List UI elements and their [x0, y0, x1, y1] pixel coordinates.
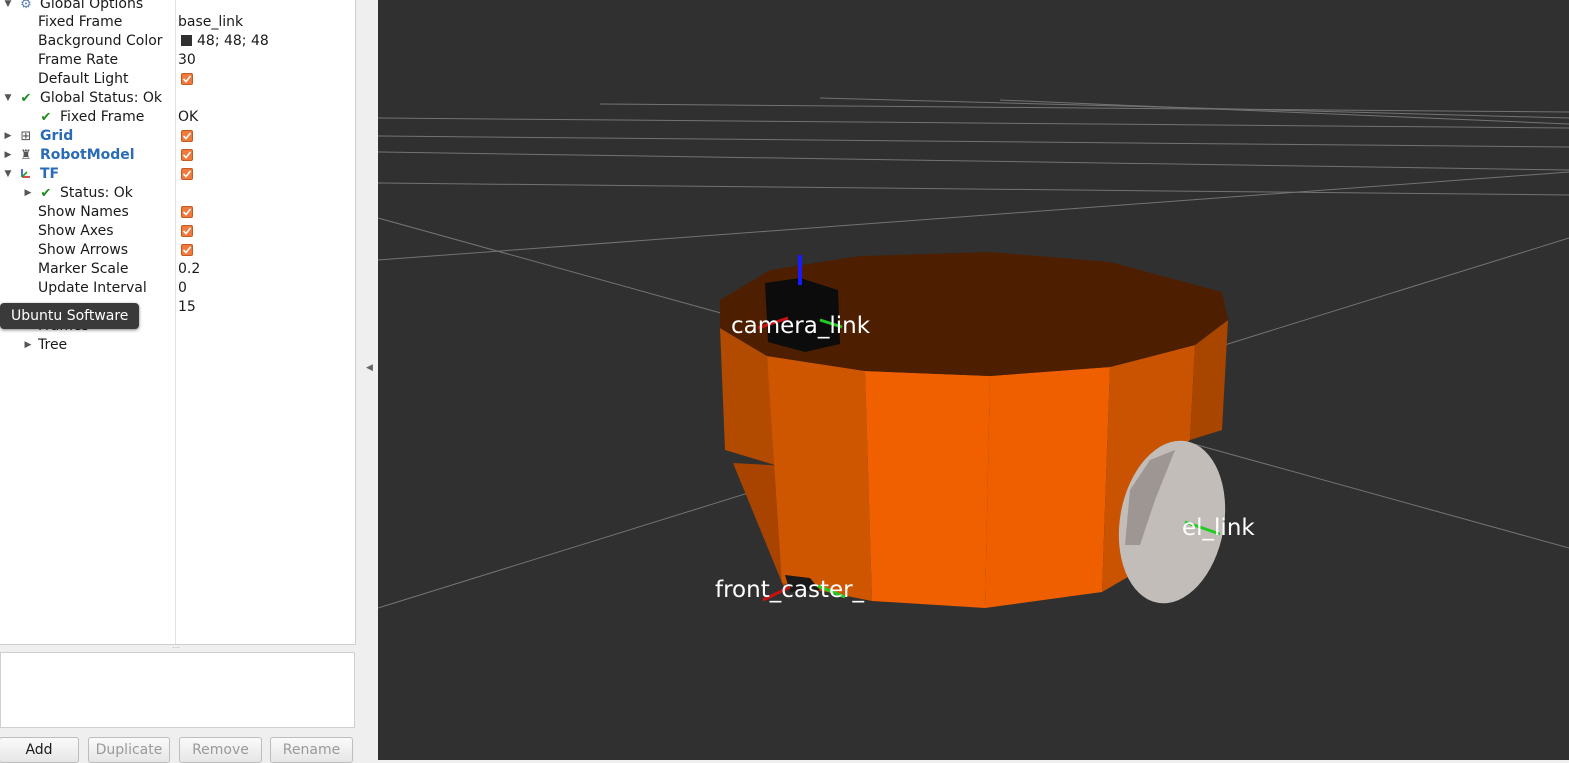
grid-enabled-checkbox[interactable] [181, 130, 193, 142]
marker-scale-row[interactable]: Marker Scale 0.2 [0, 260, 355, 279]
default-light-label: Default Light [38, 71, 129, 87]
property-description-box [0, 652, 355, 728]
background-color-label: Background Color [38, 33, 163, 49]
show-names-row[interactable]: Show Names [0, 203, 355, 222]
duplicate-button[interactable]: Duplicate [88, 737, 170, 763]
expand-arrow-icon[interactable]: ▼ [2, 89, 14, 108]
frame-rate-value[interactable]: 30 [178, 51, 196, 70]
tf-display-row[interactable]: ▼ TF [0, 165, 355, 184]
global-options-label: Global Options [40, 0, 144, 12]
fixed-frame-value[interactable]: base_link [178, 13, 243, 32]
collapse-panel-arrow-icon[interactable]: ◀ [366, 362, 374, 374]
displays-panel: ▼ ⚙ Global Options Fixed Frame base_link… [0, 0, 377, 763]
background-color-row[interactable]: Background Color 48; 48; 48 [0, 32, 355, 51]
checkmark-icon: ✔ [20, 91, 32, 106]
show-axes-label: Show Axes [38, 223, 114, 239]
tooltip: Ubuntu Software [0, 303, 140, 329]
marker-scale-label: Marker Scale [38, 261, 129, 277]
default-light-row[interactable]: Default Light [0, 70, 355, 89]
expand-arrow-icon[interactable]: ▶ [2, 127, 14, 146]
fixed-frame-row[interactable]: Fixed Frame base_link [0, 13, 355, 32]
frame-rate-label: Frame Rate [38, 52, 119, 68]
show-names-label: Show Names [38, 204, 129, 220]
checkmark-icon: ✔ [40, 186, 52, 201]
update-interval-label: Update Interval [38, 280, 147, 296]
add-button[interactable]: Add [0, 737, 79, 763]
tf-display-label[interactable]: TF [40, 165, 59, 184]
expand-arrow-icon[interactable]: ▶ [22, 184, 34, 203]
splitter-handle[interactable]: ⋯ [172, 644, 180, 652]
wheel-link-label: el_link [1182, 515, 1255, 541]
robotmodel-enabled-checkbox[interactable] [181, 149, 193, 161]
background-color-value: 48; 48; 48 [197, 33, 269, 49]
3d-scene[interactable]: camera_link front_caster_ el_link [378, 0, 1569, 760]
gear-icon: ⚙ [20, 0, 32, 12]
grid-display-label[interactable]: Grid [40, 127, 73, 146]
show-arrows-row[interactable]: Show Arrows [0, 241, 355, 260]
status-fixed-frame-row[interactable]: ✔ Fixed Frame OK [0, 108, 355, 127]
3d-viewport[interactable]: camera_link front_caster_ el_link [378, 0, 1569, 760]
robot-icon: ♜ [20, 148, 32, 163]
axes-icon [18, 165, 34, 184]
frame-rate-row[interactable]: Frame Rate 30 [0, 51, 355, 70]
show-names-checkbox[interactable] [181, 206, 193, 218]
tf-tree-label: Tree [38, 337, 68, 353]
default-light-checkbox[interactable] [181, 73, 193, 85]
show-arrows-label: Show Arrows [38, 242, 129, 258]
background-color-value-container[interactable]: 48; 48; 48 [178, 32, 269, 51]
color-swatch[interactable] [181, 35, 192, 46]
front-caster-label: front_caster_ [715, 577, 865, 603]
grid-display-row[interactable]: ▶ ⊞ Grid [0, 127, 355, 146]
expand-arrow-icon[interactable]: ▼ [2, 165, 14, 184]
robotmodel-display-label[interactable]: RobotModel [40, 146, 135, 165]
tf-tree-row[interactable]: ▶ Tree [0, 336, 355, 355]
checkmark-icon: ✔ [40, 110, 52, 125]
remove-button[interactable]: Remove [179, 737, 262, 763]
show-arrows-checkbox[interactable] [181, 244, 193, 256]
status-fixed-frame-label: Fixed Frame [60, 109, 145, 125]
tf-status-label: Status: Ok [60, 185, 133, 201]
update-interval-row[interactable]: Update Interval 0 [0, 279, 355, 298]
global-status-row[interactable]: ▼ ✔ Global Status: Ok [0, 89, 355, 108]
global-options-row[interactable]: ▼ ⚙ Global Options [0, 0, 355, 14]
global-status-label: Global Status: Ok [40, 90, 163, 106]
fixed-frame-label: Fixed Frame [38, 14, 123, 30]
expand-arrow-icon[interactable]: ▶ [2, 146, 14, 165]
tf-status-row[interactable]: ▶ ✔ Status: Ok [0, 184, 355, 203]
marker-scale-value[interactable]: 0.2 [178, 260, 200, 279]
show-axes-row[interactable]: Show Axes [0, 222, 355, 241]
camera-link-label: camera_link [731, 313, 871, 339]
expand-arrow-icon[interactable]: ▼ [2, 0, 14, 14]
show-axes-checkbox[interactable] [181, 225, 193, 237]
robotmodel-display-row[interactable]: ▶ ♜ RobotModel [0, 146, 355, 165]
rename-button[interactable]: Rename [270, 737, 353, 763]
frame-timeout-value[interactable]: 15 [178, 298, 196, 317]
grid-icon: ⊞ [20, 129, 32, 144]
expand-arrow-icon[interactable]: ▶ [22, 336, 34, 355]
status-fixed-frame-value: OK [178, 109, 199, 125]
tf-enabled-checkbox[interactable] [181, 168, 193, 180]
update-interval-value[interactable]: 0 [178, 279, 187, 298]
